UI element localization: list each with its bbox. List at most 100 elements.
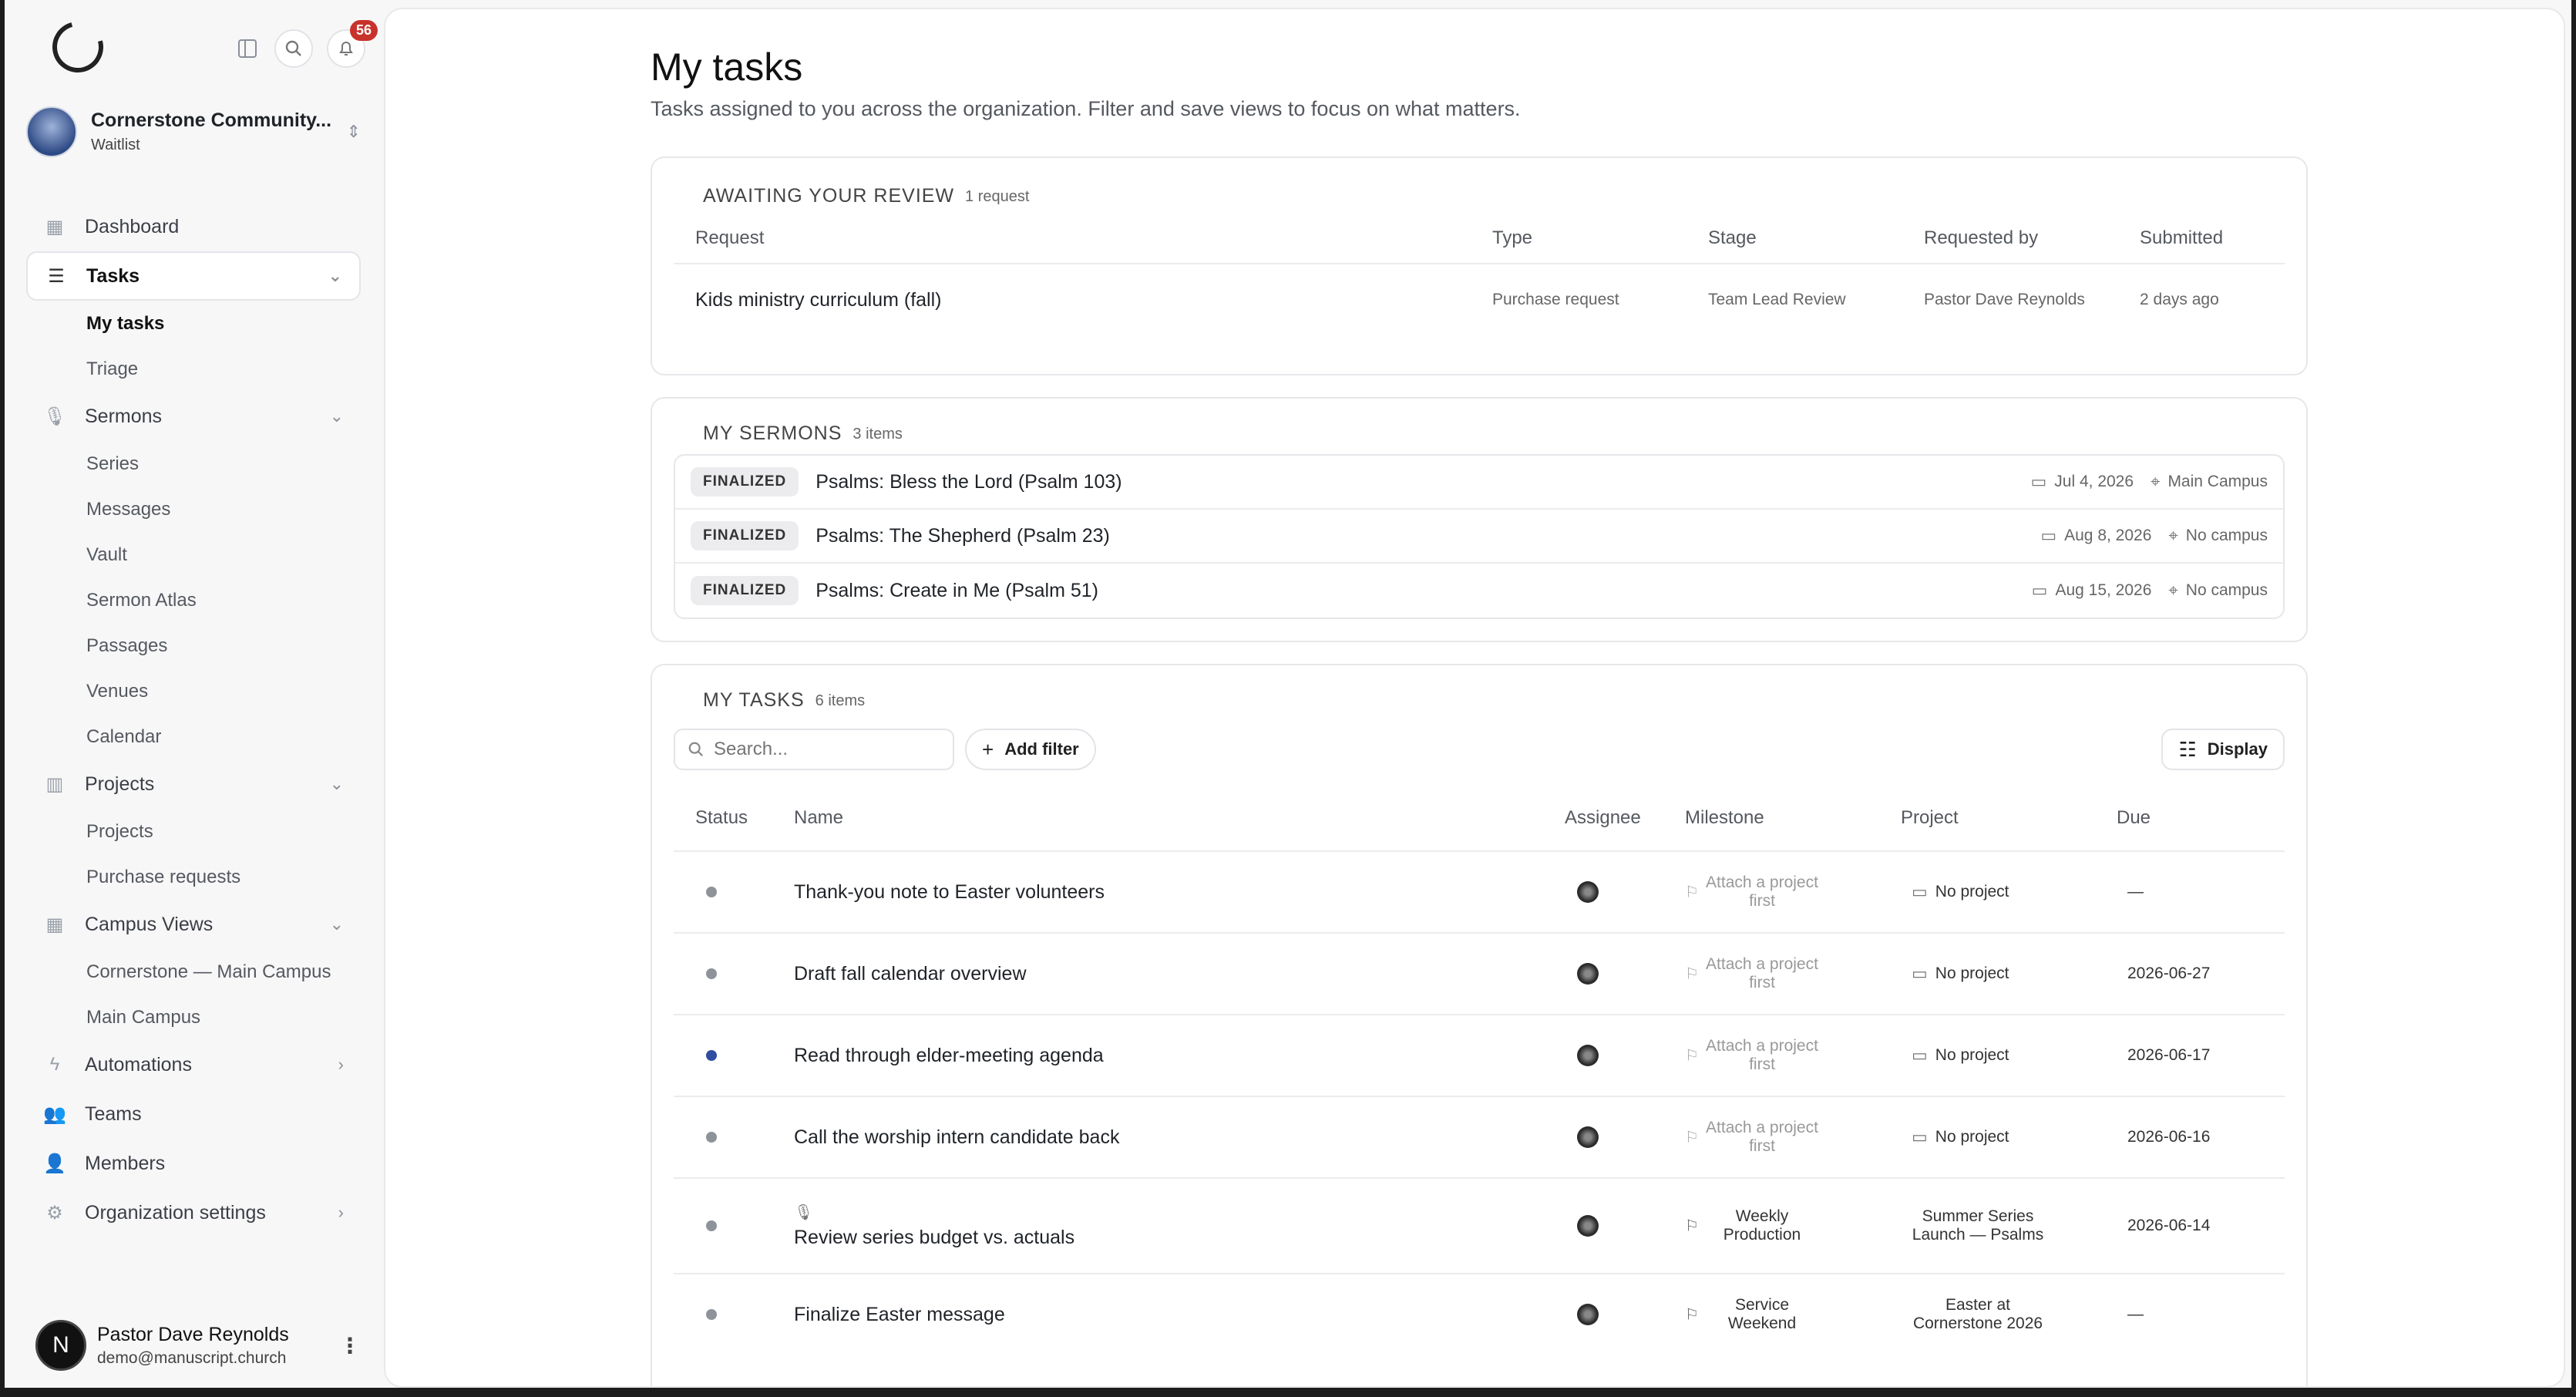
sermon-title[interactable]: Psalms: Bless the Lord (Psalm 103) — [816, 471, 2030, 493]
list-item[interactable]: FINALIZED Psalms: Create in Me (Psalm 51… — [675, 564, 2283, 618]
sidebar-subitem-cornerstone-main[interactable]: Cornerstone — Main Campus — [26, 949, 361, 995]
sidebar-subitem-venues[interactable]: Venues — [26, 668, 361, 714]
sidebar-item-org-settings[interactable]: ⚙ Organization settings › — [26, 1188, 361, 1237]
column-header[interactable]: Name — [794, 807, 1565, 829]
request-name[interactable]: Kids ministry curriculum (fall) — [695, 289, 1492, 311]
sidebar-subitem-vault[interactable]: Vault — [26, 532, 361, 577]
task-name-cell[interactable]: 🎙 Review series budget vs. actuals — [794, 1203, 1565, 1249]
project-cell[interactable]: ▭ No project — [1912, 1045, 2117, 1065]
sidebar-subitem-sermon-atlas[interactable]: Sermon Atlas — [26, 577, 361, 623]
table-row[interactable]: Finalize Easter message ⚐ Service Weekend… — [674, 1274, 2285, 1355]
more-vertical-icon[interactable]: ⋮ — [339, 1333, 361, 1358]
sidebar-subitem-messages[interactable]: Messages — [26, 486, 361, 532]
assignee-avatar[interactable] — [1577, 1045, 1599, 1066]
sermon-title[interactable]: Psalms: Create in Me (Psalm 51) — [816, 580, 2031, 602]
display-button[interactable]: ☷ Display — [2161, 729, 2285, 770]
assignee-avatar[interactable] — [1577, 1304, 1599, 1325]
sermon-date: Aug 8, 2026 — [2064, 527, 2152, 544]
sidebar-subitem-series[interactable]: Series — [26, 441, 361, 486]
milestone-cell[interactable]: ⚐ Attach a project first — [1685, 874, 1824, 911]
table-row[interactable]: Draft fall calendar overview ⚐ Attach a p… — [674, 934, 2285, 1015]
project-cell[interactable]: Easter at Cornerstone 2026 — [1901, 1296, 2055, 1333]
milestone-cell[interactable]: ⚐ Weekly Production — [1685, 1207, 1824, 1244]
sidebar-item-campus-views[interactable]: ▦ Campus Views ⌄ — [26, 900, 361, 949]
milestone-cell[interactable]: ⚐ Attach a project first — [1685, 1119, 1824, 1156]
column-header[interactable]: Status — [695, 807, 794, 829]
sidebar-subitem-triage[interactable]: Triage — [26, 346, 361, 392]
search-input[interactable] — [714, 739, 930, 760]
status-dot[interactable] — [706, 968, 717, 979]
table-row[interactable]: Read through elder-meeting agenda ⚐ Attac… — [674, 1015, 2285, 1097]
task-name[interactable]: Draft fall calendar overview — [794, 963, 1565, 985]
column-header[interactable]: Requested by — [1924, 227, 2140, 249]
sidebar-item-automations[interactable]: ϟ Automations › — [26, 1040, 361, 1089]
project-label: No project — [1935, 964, 2009, 982]
search-icon[interactable] — [274, 29, 313, 68]
sidebar-item-tasks[interactable]: ☰ Tasks ⌄ — [26, 251, 361, 301]
assignee-avatar[interactable] — [1577, 1215, 1599, 1237]
project-label: Summer Series Launch — Psalms — [1912, 1207, 2044, 1244]
add-filter-button[interactable]: + Add filter — [965, 729, 1096, 770]
due-date[interactable]: 2026-06-14 — [2127, 1217, 2263, 1235]
column-header[interactable]: Assignee — [1565, 807, 1685, 829]
due-date[interactable]: — — [2127, 1305, 2263, 1324]
request-type: Purchase request — [1492, 291, 1619, 308]
sidebar-subitem-projects[interactable]: Projects — [26, 809, 361, 854]
sidebar-subitem-my-tasks[interactable]: My tasks — [26, 301, 361, 346]
column-header[interactable]: Stage — [1708, 227, 1924, 249]
column-header[interactable]: Due — [2117, 807, 2263, 829]
status-dot[interactable] — [706, 1132, 717, 1143]
status-dot[interactable] — [706, 1220, 717, 1231]
task-name[interactable]: Read through elder-meeting agenda — [794, 1045, 1565, 1067]
user-profile[interactable]: N Pastor Dave Reynolds demo@manuscript.c… — [35, 1318, 361, 1372]
sidebar-item-members[interactable]: 👤 Members — [26, 1139, 361, 1188]
status-dot[interactable] — [706, 887, 717, 897]
sidebar-subitem-main-campus[interactable]: Main Campus — [26, 995, 361, 1040]
section-title: MY SERMONS — [703, 422, 842, 444]
due-date[interactable]: — — [2127, 883, 2263, 901]
search-box[interactable] — [674, 729, 954, 770]
table-row[interactable]: Thank-you note to Easter volunteers ⚐ Att… — [674, 852, 2285, 934]
project-cell[interactable]: ▭ No project — [1912, 882, 2117, 902]
sermon-title[interactable]: Psalms: The Shepherd (Psalm 23) — [816, 525, 2040, 547]
column-header[interactable]: Milestone — [1685, 807, 1901, 829]
sidebar-toggle-icon[interactable] — [228, 29, 267, 68]
sidebar-item-teams[interactable]: 👥 Teams — [26, 1089, 361, 1139]
sidebar-subitem-purchase-requests[interactable]: Purchase requests — [26, 854, 361, 900]
org-name: Cornerstone Community... — [91, 109, 332, 131]
status-dot[interactable] — [706, 1050, 717, 1061]
due-date[interactable]: 2026-06-27 — [2127, 964, 2263, 983]
sidebar-subitem-passages[interactable]: Passages — [26, 623, 361, 668]
notifications-bell-icon[interactable]: 56 — [327, 20, 378, 68]
list-item[interactable]: FINALIZED Psalms: The Shepherd (Psalm 23… — [675, 510, 2283, 564]
due-date[interactable]: 2026-06-17 — [2127, 1046, 2263, 1065]
list-item[interactable]: FINALIZED Psalms: Bless the Lord (Psalm … — [675, 456, 2283, 510]
assignee-avatar[interactable] — [1577, 881, 1599, 903]
table-row[interactable]: 🎙 Review series budget vs. actuals ⚐ Week… — [674, 1179, 2285, 1274]
column-header[interactable]: Type — [1492, 227, 1708, 249]
table-row[interactable]: Call the worship intern candidate back ⚐… — [674, 1097, 2285, 1179]
project-cell[interactable]: ▭ No project — [1912, 964, 2117, 984]
table-row[interactable]: Kids ministry curriculum (fall) Purchase… — [674, 264, 2285, 335]
org-switcher[interactable]: Cornerstone Community... Waitlist ⇕ — [26, 102, 361, 162]
task-name[interactable]: Thank-you note to Easter volunteers — [794, 881, 1565, 904]
column-header[interactable]: Project — [1901, 807, 2117, 829]
project-cell[interactable]: Summer Series Launch — Psalms — [1901, 1207, 2055, 1244]
sidebar-subitem-calendar[interactable]: Calendar — [26, 714, 361, 759]
milestone-cell[interactable]: ⚐ Service Weekend — [1685, 1296, 1824, 1333]
due-date[interactable]: 2026-06-16 — [2127, 1128, 2263, 1146]
assignee-avatar[interactable] — [1577, 963, 1599, 985]
sidebar-item-projects[interactable]: ▥ Projects ⌄ — [26, 759, 361, 809]
sidebar-item-dashboard[interactable]: ▦ Dashboard — [26, 202, 361, 251]
column-header[interactable]: Submitted — [2140, 227, 2263, 249]
milestone-cell[interactable]: ⚐ Attach a project first — [1685, 1037, 1824, 1074]
task-name[interactable]: Call the worship intern candidate back — [794, 1126, 1565, 1149]
status-dot[interactable] — [706, 1309, 717, 1320]
project-cell[interactable]: ▭ No project — [1912, 1127, 2117, 1147]
tasks-list-icon: ☰ — [48, 265, 65, 287]
milestone-cell[interactable]: ⚐ Attach a project first — [1685, 955, 1824, 992]
column-header[interactable]: Request — [695, 227, 1492, 249]
sidebar-item-sermons[interactable]: 🎙 Sermons ⌄ — [26, 392, 361, 441]
task-name[interactable]: Finalize Easter message — [794, 1304, 1565, 1326]
assignee-avatar[interactable] — [1577, 1126, 1599, 1148]
